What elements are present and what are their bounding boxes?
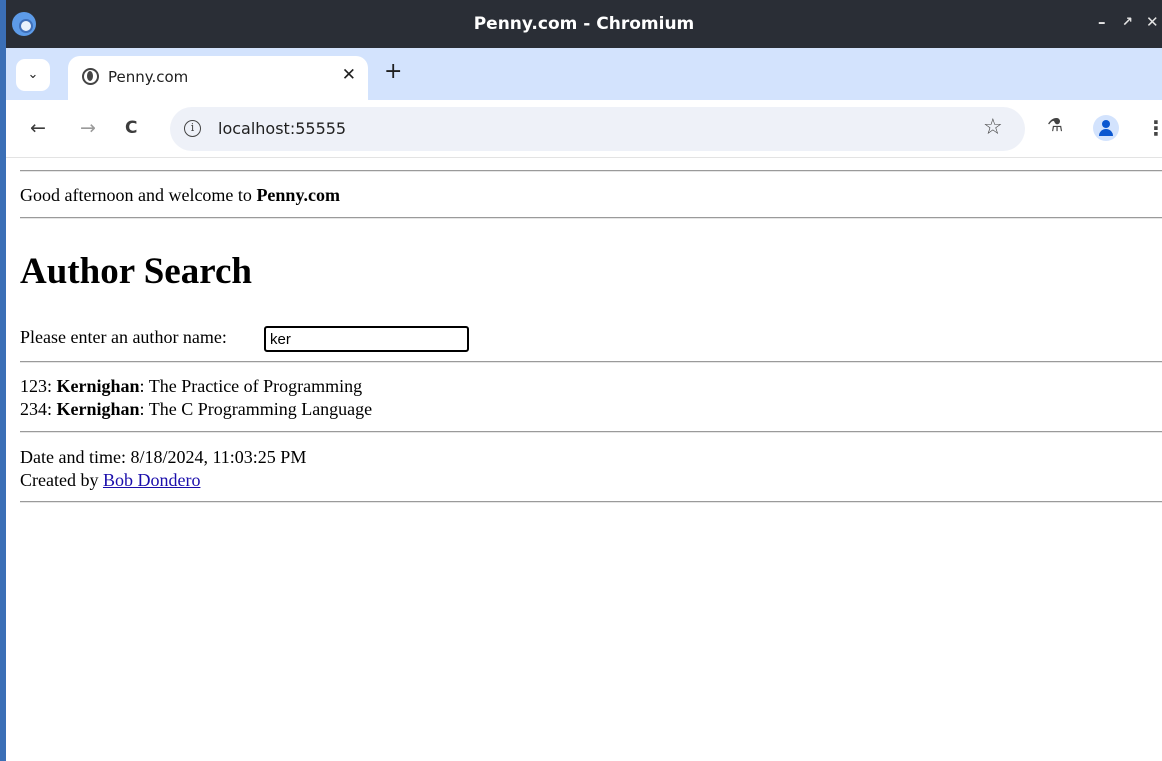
globe-icon: [82, 68, 99, 85]
site-info-icon[interactable]: i: [184, 120, 201, 137]
browser-menu-icon[interactable]: ⋮: [1146, 116, 1162, 140]
created-by-line: Created by Bob Dondero: [20, 470, 200, 491]
tab-label: Penny.com: [108, 68, 189, 86]
back-button[interactable]: ←: [30, 116, 46, 140]
tab-strip: ⌄ Penny.com ✕ +: [6, 48, 1162, 100]
book-title: The Practice of Programming: [148, 376, 363, 396]
tab-close-icon[interactable]: ✕: [342, 65, 356, 85]
datetime-value: 8/18/2024, 11:03:25 PM: [130, 447, 307, 467]
list-item: 234: Kernighan: The C Programming Langua…: [20, 399, 373, 419]
toolbar: ← → C i localhost:55555 ☆: [6, 100, 1162, 158]
welcome-text: Good afternoon and welcome to: [20, 185, 257, 205]
creator-link[interactable]: Bob Dondero: [103, 470, 201, 490]
title-bar: Penny.com - Chromium – ↗ ✕: [6, 0, 1162, 48]
forward-button[interactable]: →: [80, 116, 96, 140]
book-id: 234: [20, 399, 47, 419]
divider: [20, 361, 1162, 363]
maximize-button[interactable]: ↗: [1122, 15, 1133, 30]
list-item: 123: Kernighan: The Practice of Programm…: [20, 376, 363, 396]
datetime-line: Date and time: 8/18/2024, 11:03:25 PM: [20, 447, 306, 468]
tab-search-button[interactable]: ⌄: [16, 59, 50, 91]
url-text[interactable]: localhost:55555: [218, 119, 346, 138]
profile-avatar-icon[interactable]: [1093, 115, 1119, 141]
author-name-label: Please enter an author name:: [20, 327, 227, 347]
book-author: Kernighan: [56, 376, 140, 396]
book-id: 123: [20, 376, 47, 396]
labs-icon[interactable]: ⚗: [1047, 115, 1063, 136]
close-window-button[interactable]: ✕: [1146, 13, 1159, 31]
book-title: The C Programming Language: [148, 399, 373, 419]
address-bar[interactable]: i localhost:55555 ☆: [170, 107, 1025, 151]
divider: [20, 431, 1162, 433]
divider: [20, 170, 1162, 172]
new-tab-button[interactable]: +: [384, 60, 402, 84]
author-search-input[interactable]: [264, 326, 469, 352]
divider: [20, 217, 1162, 219]
bookmark-star-icon[interactable]: ☆: [983, 115, 1003, 140]
browser-window: Penny.com - Chromium – ↗ ✕ ⌄ Penny.com ✕…: [0, 0, 1162, 761]
page-content: Good afternoon and welcome to Penny.com …: [6, 159, 1162, 761]
minimize-button[interactable]: –: [1098, 13, 1106, 31]
datetime-label: Date and time:: [20, 447, 126, 467]
book-author: Kernighan: [56, 399, 140, 419]
page-title: Author Search: [20, 251, 252, 292]
tab-penny[interactable]: Penny.com ✕: [68, 56, 368, 100]
window-title: Penny.com - Chromium: [473, 14, 695, 34]
divider: [20, 501, 1162, 503]
reload-button[interactable]: C: [125, 116, 137, 140]
site-name: Penny.com: [256, 185, 340, 205]
welcome-message: Good afternoon and welcome to Penny.com: [20, 185, 340, 206]
created-by-label: Created by: [20, 470, 99, 490]
